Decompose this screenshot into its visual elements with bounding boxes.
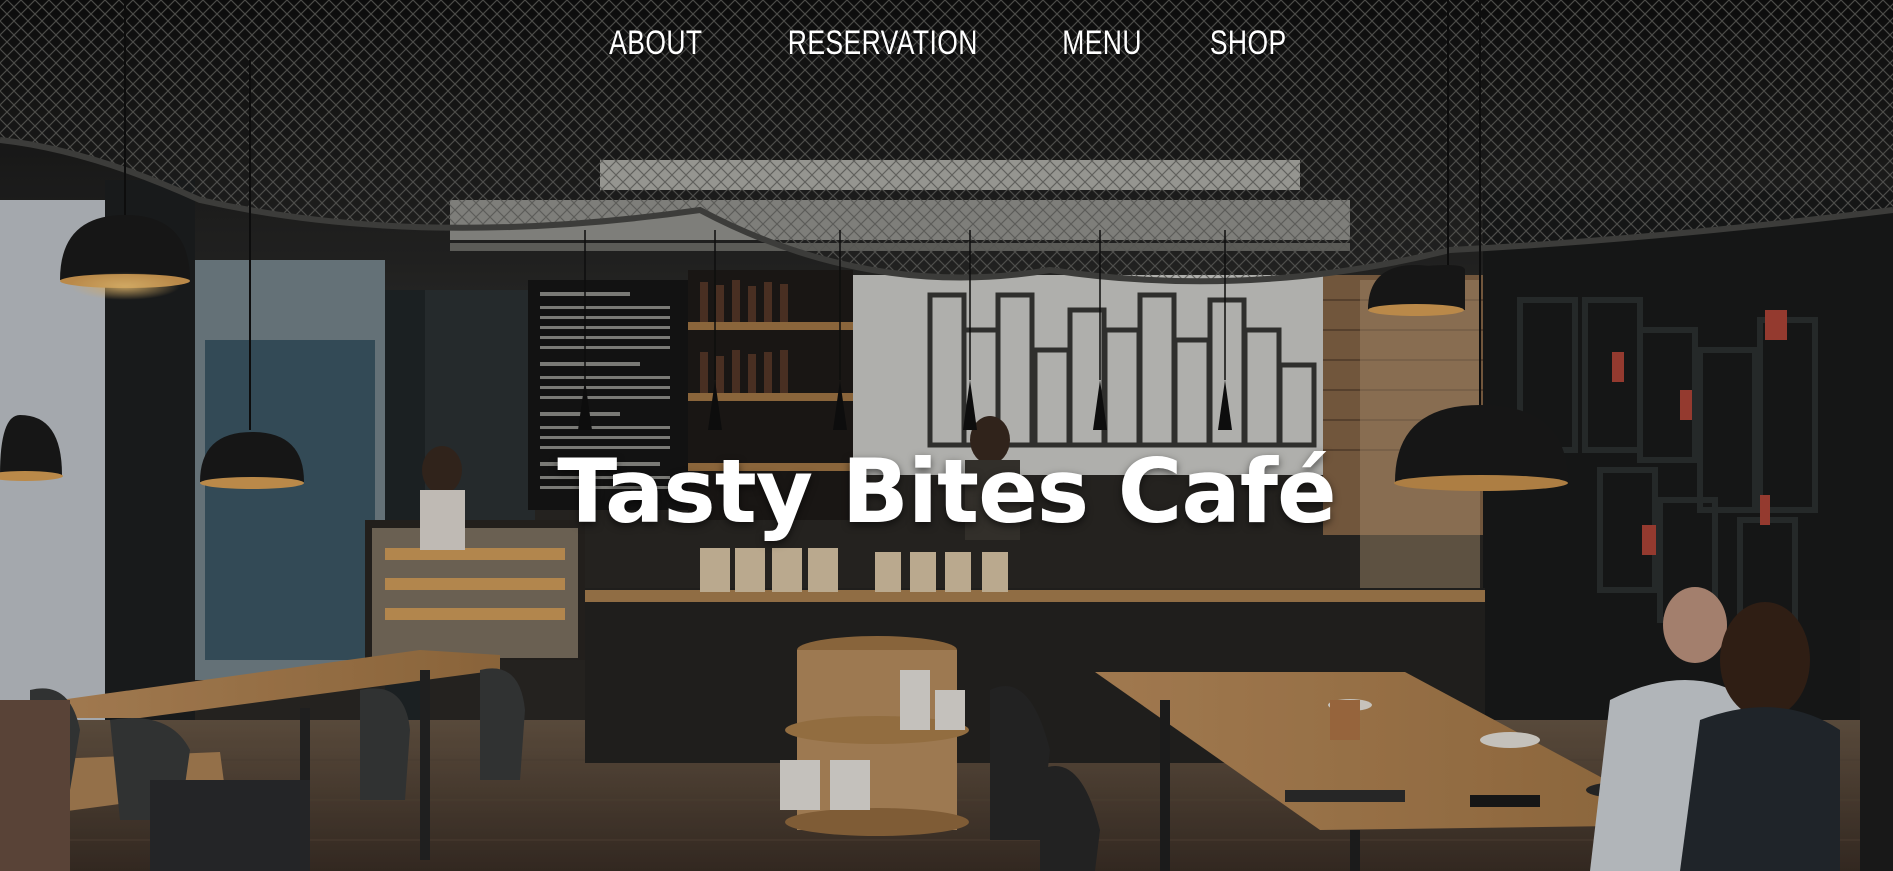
main-nav: ABOUT RESERVATION MENU SHOP [0,24,1893,63]
nav-link-about[interactable]: ABOUT [609,24,702,63]
cafe-interior-background-image [0,0,1893,871]
nav-link-shop[interactable]: SHOP [1210,24,1287,63]
hero-title: Tasty Bites Café [557,440,1336,543]
nav-link-menu[interactable]: MENU [1062,24,1142,63]
hero-section: ABOUT RESERVATION MENU SHOP Tasty Bites … [0,0,1893,871]
nav-link-reservation[interactable]: RESERVATION [788,24,978,63]
